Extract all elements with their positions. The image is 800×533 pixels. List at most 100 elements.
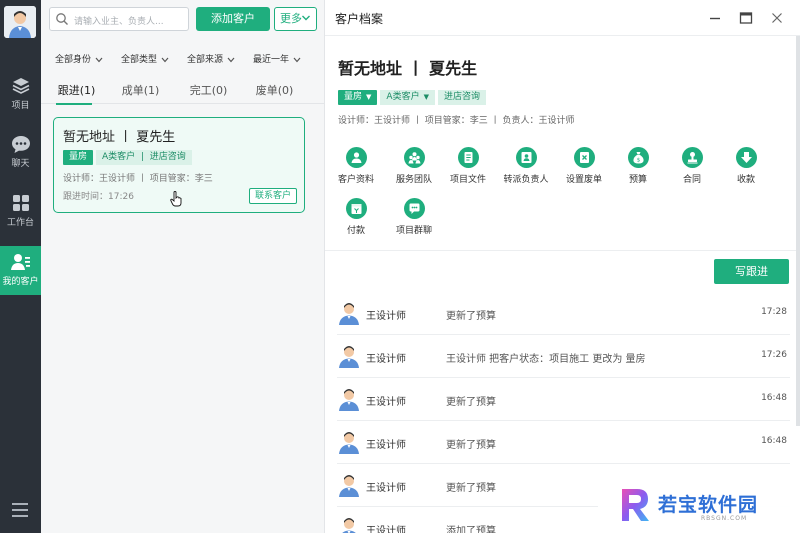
write-follow-up-button[interactable]: 写跟进 — [714, 259, 789, 284]
feed-author: 王设计师 — [366, 483, 406, 494]
file-icon — [457, 147, 479, 168]
card-staff: 设计师：王设计师 丨 项目管家：李三 — [63, 174, 213, 184]
rail-label: 项目 — [11, 101, 30, 111]
filter-time-range[interactable]: 最近一年 — [253, 52, 301, 65]
feed-text: 王设计师 把客户状态：项目施工 更改为 量房 — [446, 354, 646, 365]
more-button[interactable]: 更多 — [274, 7, 317, 31]
grid-icon — [12, 195, 29, 211]
close-icon[interactable] — [770, 11, 784, 25]
void-order-icon — [573, 147, 595, 168]
feed-text: 更新了预算 — [446, 483, 496, 494]
transfer-icon — [515, 147, 537, 168]
chevron-down-icon — [293, 57, 301, 62]
team-icon — [403, 147, 425, 168]
search-placeholder: 请输入业主、负责人... — [74, 17, 164, 27]
class-select[interactable]: A类客户 ▼ — [380, 90, 435, 105]
feed-text: 更新了预算 — [446, 440, 496, 451]
feed-text: 添加了预算 — [446, 526, 496, 533]
func-label: 设置废单 — [565, 175, 602, 185]
func-label: 项目群聊 — [395, 226, 432, 236]
chevron-down-icon — [95, 57, 103, 62]
feed-text: 更新了预算 — [446, 311, 496, 322]
tab-completed[interactable]: 完工(0) — [173, 82, 244, 98]
app-rail: 项目 聊天 工作台 我的客户 — [0, 0, 41, 533]
rail-item-projects[interactable]: 项目 — [0, 70, 41, 116]
add-customer-button[interactable]: 添加客户 — [196, 7, 270, 31]
feed-time: 16:48 — [761, 393, 787, 403]
group-chat-icon — [403, 198, 425, 219]
func-label: 服务团队 — [395, 175, 432, 185]
rail-label: 我的客户 — [2, 277, 39, 287]
feed-author: 王设计师 — [366, 354, 406, 365]
dropdown-arrow-icon: ▼ — [366, 93, 372, 101]
designer-avatar-icon — [342, 518, 356, 533]
stage-value: 量房 — [344, 92, 363, 102]
func-label: 客户资料 — [337, 175, 374, 185]
window-title: 客户档案 — [335, 12, 384, 26]
feed-time: 16:48 — [761, 436, 787, 446]
receive-payment-icon — [735, 147, 757, 168]
user-avatar[interactable] — [4, 6, 36, 38]
feed-time: 17:26 — [761, 350, 787, 360]
func-receive-payment[interactable]: 收款 — [720, 147, 772, 185]
rail-label: 聊天 — [11, 159, 30, 169]
filter-type[interactable]: 全部类型 — [121, 52, 169, 65]
func-customer-profile[interactable]: 客户资料 — [330, 147, 382, 185]
chevron-down-icon — [302, 15, 310, 21]
func-project-group-chat[interactable]: 项目群聊 — [388, 198, 440, 236]
tab-void[interactable]: 废单(0) — [239, 82, 310, 98]
watermark-text: 若宝软件园 — [658, 494, 759, 516]
contact-customer-button[interactable]: 联系客户 — [249, 188, 297, 204]
func-project-files[interactable]: 项目文件 — [442, 147, 494, 185]
watermark-subtext: RBSGN.COM — [701, 515, 748, 522]
source-tag-text: 进店咨询 — [149, 152, 186, 162]
source-tag: 进店咨询 — [437, 90, 486, 105]
filter-label: 全部身份 — [55, 55, 92, 65]
feed-text: 更新了预算 — [446, 397, 496, 408]
minimize-icon[interactable] — [708, 11, 722, 25]
func-label: 合同 — [682, 175, 701, 185]
detail-staff: 设计师：王设计师 丨 项目管家：李三 丨 负责人：王设计师 — [338, 116, 575, 126]
rail-item-workbench[interactable]: 工作台 — [0, 187, 41, 233]
filter-source[interactable]: 全部来源 — [187, 52, 235, 65]
layers-icon — [12, 78, 29, 94]
feed-time: 17:28 — [761, 307, 787, 317]
func-transfer-owner[interactable]: 转派负责人 — [500, 147, 552, 185]
func-payment[interactable]: 付款 — [330, 198, 382, 236]
detail-tags: 量房 ▼ A类客户 ▼ 进店咨询 — [338, 90, 486, 105]
chat-bubble-icon — [11, 136, 30, 153]
rail-label: 工作台 — [6, 218, 34, 228]
tag-separator: | — [140, 152, 144, 162]
watermark: 若宝软件园 RBSGN.COM — [598, 478, 800, 533]
func-set-void[interactable]: 设置废单 — [558, 147, 610, 185]
class-value: A类客户 — [386, 92, 420, 102]
designer-avatar-icon — [339, 346, 359, 368]
rail-item-chat[interactable]: 聊天 — [0, 128, 41, 174]
class-tag-text: A类客户 — [102, 152, 136, 162]
card-title: 暂无地址 丨 夏先生 — [63, 130, 176, 145]
func-service-team[interactable]: 服务团队 — [388, 147, 440, 185]
maximize-icon[interactable] — [739, 11, 753, 25]
filter-identity[interactable]: 全部身份 — [55, 52, 103, 65]
rail-item-my-customers[interactable]: 我的客户 — [0, 246, 41, 295]
designer-avatar-icon — [339, 432, 359, 454]
tab-closed-deal[interactable]: 成单(1) — [105, 82, 176, 98]
func-label: 付款 — [346, 226, 365, 236]
watermark-logo-icon — [622, 489, 649, 521]
hamburger-menu-icon[interactable] — [12, 503, 28, 517]
feed-author: 王设计师 — [366, 311, 406, 322]
stage-select[interactable]: 量房 ▼ — [338, 90, 378, 105]
class-source-tag: A类客户 | 进店咨询 — [96, 150, 192, 165]
customer-card[interactable]: 暂无地址 丨 夏先生 量房 A类客户 | 进店咨询 设计师：王设计师 丨 项目管家… — [53, 117, 305, 213]
hand-cursor-icon — [170, 191, 182, 207]
tab-following[interactable]: 跟进(1) — [41, 82, 112, 98]
detail-scrollbar[interactable] — [796, 36, 800, 426]
feed-item: 王设计师 更新了预算 16:48 — [337, 378, 790, 421]
chevron-down-icon — [227, 57, 235, 62]
func-contract[interactable]: 合同 — [666, 147, 718, 185]
filter-label: 最近一年 — [253, 55, 290, 65]
more-label: 更多 — [280, 12, 302, 25]
chevron-down-icon — [161, 57, 169, 62]
search-input[interactable]: 请输入业主、负责人... — [49, 7, 189, 31]
func-budget[interactable]: $ 预算 — [612, 147, 664, 185]
